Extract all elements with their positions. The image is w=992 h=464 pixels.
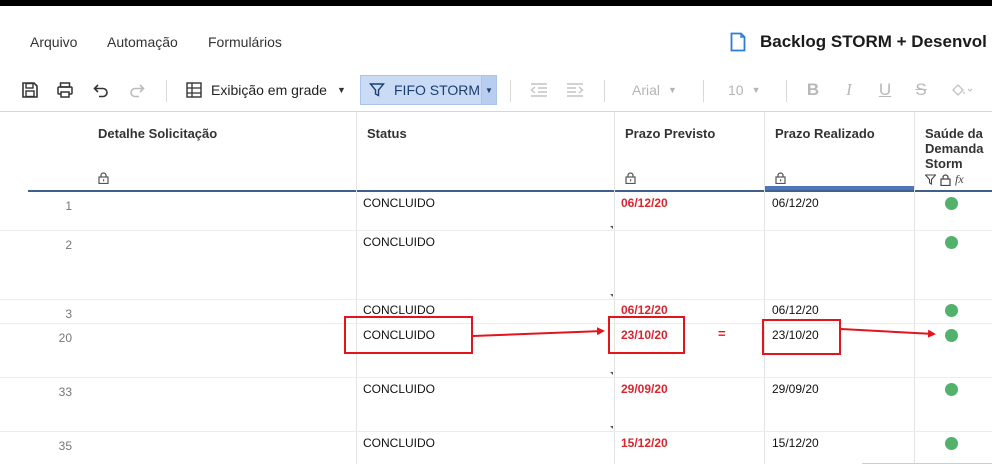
table-row[interactable]: 35 CONCLUIDO 15/12/20 15/12/20	[0, 432, 992, 464]
lock-icon	[775, 172, 786, 184]
lock-icon	[625, 172, 636, 184]
column-header-label: Prazo Previsto	[625, 126, 716, 141]
chevron-down-icon: ▼	[751, 85, 761, 95]
prazo-previsto-cell[interactable]: 06/12/20	[621, 303, 668, 317]
status-cell[interactable]: CONCLUIDO	[363, 235, 435, 249]
print-icon[interactable]	[53, 78, 77, 102]
prazo-realizado-cell[interactable]: 29/09/20	[772, 382, 819, 396]
filter-icon	[369, 83, 385, 97]
prazo-previsto-cell[interactable]: 15/12/20	[621, 436, 668, 450]
outdent-icon[interactable]	[528, 78, 550, 102]
cell-note-marker	[610, 426, 613, 429]
row-number: 3	[65, 307, 72, 321]
fill-color-icon[interactable]	[946, 78, 976, 102]
toolbar-divider	[604, 80, 605, 102]
row-number: 1	[65, 199, 72, 213]
filter-dropdown-toggle[interactable]: ▼	[482, 75, 497, 105]
document-title[interactable]: Backlog STORM + Desenvol	[760, 32, 987, 52]
chevron-down-icon: ▼	[668, 85, 677, 95]
underline-button[interactable]: U	[874, 78, 896, 102]
font-family-value: Arial	[632, 82, 661, 98]
row-number: 35	[58, 439, 72, 453]
sheet-grid: Detalhe Solicitação Status Prazo Previst…	[0, 112, 992, 464]
menu-arquivo[interactable]: Arquivo	[30, 34, 77, 50]
cell-note-marker	[610, 226, 613, 229]
annotation-box-status	[344, 316, 473, 354]
menu-bar: Arquivo Automação Formulários Backlog ST…	[0, 12, 992, 68]
table-row[interactable]: 33 CONCLUIDO 29/09/20 29/09/20	[0, 378, 992, 432]
undo-icon[interactable]	[89, 78, 113, 102]
toolbar-divider	[166, 80, 167, 102]
column-header-status[interactable]: Status	[357, 112, 615, 190]
health-status-dot[interactable]	[945, 197, 958, 210]
table-row[interactable]: 3 CONCLUIDO 06/12/20 06/12/20	[0, 300, 992, 324]
save-icon[interactable]	[18, 78, 42, 102]
sheet-doc-icon	[730, 32, 746, 52]
prazo-previsto-cell[interactable]: 06/12/20	[621, 196, 668, 210]
status-cell[interactable]: CONCLUIDO	[363, 436, 435, 450]
filter-icon	[925, 174, 936, 185]
cell-note-marker	[610, 294, 613, 297]
grid-view-dropdown[interactable]: Exibição em grade ▼	[186, 78, 351, 102]
grid-icon	[186, 82, 202, 98]
column-header-detalhe[interactable]: Detalhe Solicitação	[88, 112, 357, 190]
annotation-box-prazo-previsto	[608, 316, 685, 354]
health-status-dot[interactable]	[945, 304, 958, 317]
column-header-label: Detalhe Solicitação	[98, 126, 218, 141]
status-cell[interactable]: CONCLUIDO	[363, 382, 435, 396]
health-status-dot[interactable]	[945, 236, 958, 249]
grid-view-label: Exibição em grade	[211, 82, 327, 98]
row-number: 2	[65, 238, 72, 252]
prazo-previsto-cell[interactable]: 29/09/20	[621, 382, 668, 396]
menu-formularios[interactable]: Formulários	[208, 34, 282, 50]
health-status-dot[interactable]	[945, 329, 958, 342]
column-header-label: Prazo Realizado	[775, 126, 875, 141]
menu-automacao[interactable]: Automação	[107, 34, 178, 50]
column-header-label: Status	[367, 126, 407, 141]
prazo-realizado-cell[interactable]: 06/12/20	[772, 303, 819, 317]
table-row[interactable]: 1 CONCLUIDO 06/12/20 06/12/20	[0, 192, 992, 231]
health-status-dot[interactable]	[945, 437, 958, 450]
strikethrough-button[interactable]: S	[910, 78, 932, 102]
health-status-dot[interactable]	[945, 383, 958, 396]
row-number: 33	[58, 385, 72, 399]
filter-label: FIFO STORM	[394, 82, 481, 98]
font-size-dropdown[interactable]: 10 ▼	[716, 78, 776, 102]
toolbar-divider	[786, 80, 787, 102]
cell-note-marker	[610, 372, 613, 375]
column-header-saude[interactable]: Saúde da Demanda Storm fx	[915, 112, 992, 190]
formula-icon: fx	[955, 172, 964, 186]
annotation-box-prazo-realizado	[762, 319, 841, 355]
toolbar: Exibição em grade ▼ FIFO STORM ▼ Arial ▼…	[0, 68, 992, 112]
status-cell[interactable]: CONCLUIDO	[363, 303, 435, 317]
redo-icon[interactable]	[125, 78, 149, 102]
prazo-realizado-cell[interactable]: 15/12/20	[772, 436, 819, 450]
table-row[interactable]: 20 CONCLUIDO 23/10/20 23/10/20	[0, 324, 992, 378]
lock-icon	[940, 173, 951, 186]
font-size-value: 10	[728, 82, 744, 98]
column-header-label: Saúde da Demanda Storm	[925, 126, 984, 171]
indent-icon[interactable]	[564, 78, 586, 102]
italic-button[interactable]: I	[838, 78, 860, 102]
document-header: Backlog STORM + Desenvol	[730, 32, 987, 52]
filter-button[interactable]: FIFO STORM	[360, 75, 482, 105]
column-header-icons: fx	[925, 172, 964, 187]
app-window: Arquivo Automação Formulários Backlog ST…	[0, 0, 992, 464]
font-family-dropdown[interactable]: Arial ▼	[620, 78, 690, 102]
toolbar-divider	[510, 80, 511, 102]
toolbar-divider	[703, 80, 704, 102]
prazo-realizado-cell[interactable]: 06/12/20	[772, 196, 819, 210]
chevron-down-icon: ▼	[336, 85, 346, 95]
column-header-prazo-previsto[interactable]: Prazo Previsto	[615, 112, 765, 190]
row-number: 20	[58, 331, 72, 345]
chevron-down-icon: ▼	[485, 85, 493, 95]
status-cell[interactable]: CONCLUIDO	[363, 196, 435, 210]
annotation-equals-sign: =	[718, 326, 726, 341]
column-header-prazo-realizado[interactable]: Prazo Realizado	[765, 112, 915, 190]
lock-icon	[98, 172, 109, 184]
bold-button[interactable]: B	[802, 78, 824, 102]
table-row[interactable]: 2 CONCLUIDO	[0, 231, 992, 300]
